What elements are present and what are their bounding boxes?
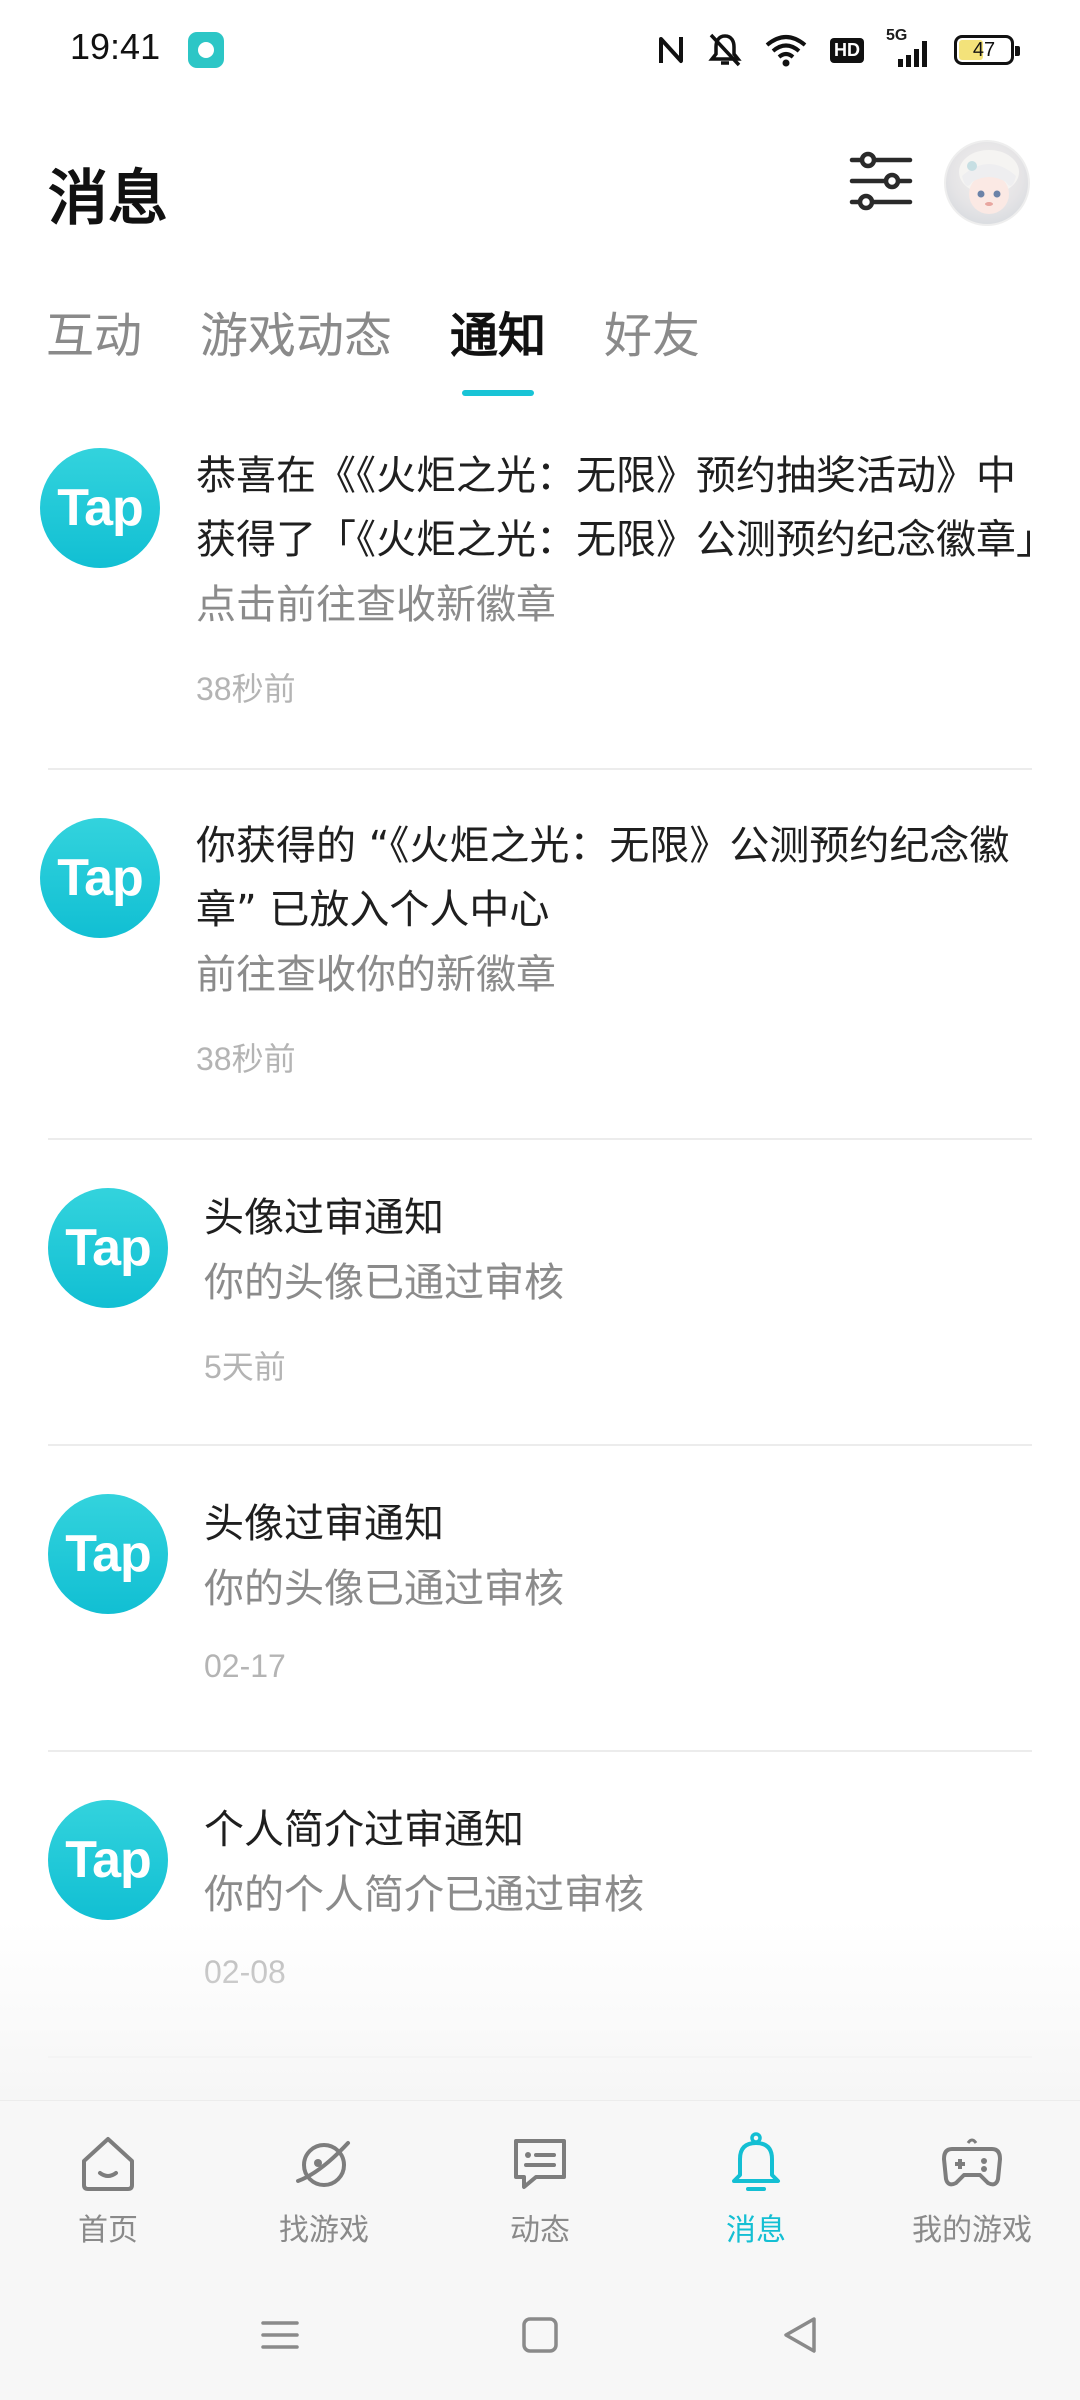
page-title: 消息: [48, 164, 168, 234]
tap-logo-icon: Tap: [40, 448, 160, 568]
notification-time: 38秒前: [196, 671, 296, 707]
message-tabs: 互动 游戏动态 通知 好友: [46, 296, 758, 400]
notification-body: 头像过审通知 你的头像已通过审核 02-17: [204, 1492, 1024, 1685]
filter-button[interactable]: [848, 148, 914, 214]
notification-time: 02-17: [204, 1648, 286, 1684]
planet-icon: [296, 2141, 350, 2187]
home-icon: [82, 2137, 134, 2191]
tab-label: 好友: [604, 308, 701, 364]
notification-subtitle: 你的头像已通过审核: [204, 1566, 564, 1612]
mute-icon: [708, 33, 742, 67]
notification-subtitle: 点击前往查收新徽章: [196, 582, 556, 628]
wifi-icon: [765, 35, 807, 67]
tab-friends[interactable]: 好友: [604, 296, 700, 400]
notification-title: 个人简介过审通知: [204, 1807, 524, 1853]
nav-label: 动态: [510, 2213, 570, 2248]
nfc-icon: [659, 37, 683, 63]
system-nav-bar: [0, 2270, 1080, 2400]
notification-subtitle: 你的个人简介已通过审核: [204, 1872, 644, 1918]
home-button[interactable]: [510, 2305, 570, 2365]
tab-interaction[interactable]: 互动: [46, 296, 142, 400]
status-time: 19:41: [70, 26, 161, 67]
battery-level: 47: [972, 38, 996, 61]
status-bar: 19:41 HD 5G 47: [0, 0, 1080, 100]
notification-body: 你获得的 “《火炬之光：无限》公测预约纪念徽章” 已放入个人中心 前往查收你的新…: [196, 814, 1036, 1080]
tab-notifications[interactable]: 通知: [450, 296, 546, 400]
list-item[interactable]: Tap 头像过审通知 你的头像已通过审核 5天前: [48, 1140, 1032, 1446]
menu-icon: [261, 2321, 299, 2349]
list-item[interactable]: Tap 头像过审通知 你的头像已通过审核 02-17: [48, 1446, 1032, 1752]
list-item[interactable]: Tap 恭喜在《《火炬之光：无限》预约抽奖活动》中获得了「《火炬之光：无限》公测…: [40, 430, 1036, 770]
tap-logo-icon: Tap: [40, 818, 160, 938]
back-triangle-icon: [784, 2317, 816, 2353]
nav-home[interactable]: 首页: [0, 2101, 216, 2270]
tap-logo-text: Tap: [57, 479, 144, 537]
tab-label: 互动: [46, 308, 143, 364]
nav-feed[interactable]: 动态: [432, 2101, 648, 2270]
list-item[interactable]: Tap 你获得的 “《火炬之光：无限》公测预约纪念徽章” 已放入个人中心 前往查…: [40, 770, 1032, 1140]
list-fade: [0, 1920, 1080, 2100]
notification-title: 头像过审通知: [204, 1195, 444, 1241]
menu-button[interactable]: [250, 2305, 310, 2365]
signal-icon: 5G: [886, 27, 932, 69]
notification-subtitle: 你的头像已通过审核: [204, 1260, 564, 1306]
bell-icon: [732, 2132, 780, 2191]
gamepad-icon: [942, 2138, 1002, 2187]
nav-label: 我的游戏: [912, 2213, 1032, 2248]
bottom-nav: 首页 找游戏 动态 消息 我的游戏: [0, 2100, 1080, 2270]
hd-icon: HD: [830, 37, 864, 63]
notification-title: 恭喜在《《火炬之光：无限》预约抽奖活动》中获得了「《火炬之光：无限》公测预约纪念…: [196, 453, 1036, 563]
chat-icon: [514, 2139, 566, 2189]
notification-body: 头像过审通知 你的头像已通过审核 5天前: [204, 1186, 1024, 1388]
status-icons: HD 5G 47: [656, 24, 1020, 76]
nav-messages[interactable]: 消息: [648, 2101, 864, 2270]
user-avatar[interactable]: [944, 140, 1030, 226]
notification-time: 5天前: [204, 1349, 286, 1385]
avatar-image: [959, 150, 1019, 214]
tap-logo-text: Tap: [65, 1525, 152, 1583]
app-notification-icon: [188, 32, 224, 68]
active-tab-indicator: [462, 390, 535, 396]
notification-title: 头像过审通知: [204, 1501, 444, 1547]
nav-label: 找游戏: [279, 2213, 369, 2248]
nav-my-games[interactable]: 我的游戏: [864, 2101, 1080, 2270]
notification-subtitle: 前往查收你的新徽章: [196, 952, 556, 998]
notification-list: Tap 恭喜在《《火炬之光：无限》预约抽奖活动》中获得了「《火炬之光：无限》公测…: [0, 430, 1080, 2058]
tap-logo-icon: Tap: [48, 1800, 168, 1920]
sliders-icon: [849, 151, 913, 211]
tap-logo-text: Tap: [65, 1831, 152, 1889]
tab-game-updates[interactable]: 游戏动态: [200, 296, 392, 400]
tap-logo-text: Tap: [57, 849, 144, 907]
tap-logo-text: Tap: [65, 1219, 152, 1277]
tab-label: 游戏动态: [200, 308, 393, 364]
notification-body: 恭喜在《《火炬之光：无限》预约抽奖活动》中获得了「《火炬之光：无限》公测预约纪念…: [196, 444, 1036, 710]
tab-label: 通知: [450, 308, 547, 364]
tap-logo-icon: Tap: [48, 1494, 168, 1614]
nav-label: 消息: [726, 2213, 786, 2248]
back-button[interactable]: [770, 2305, 830, 2365]
notification-title: 你获得的 “《火炬之光：无限》公测预约纪念徽章” 已放入个人中心: [196, 823, 1010, 933]
notification-time: 38秒前: [196, 1041, 296, 1077]
nav-find-games[interactable]: 找游戏: [216, 2101, 432, 2270]
battery-icon: 47: [954, 35, 1020, 65]
square-icon: [522, 2317, 558, 2353]
tap-logo-icon: Tap: [48, 1188, 168, 1308]
nav-label: 首页: [78, 2213, 138, 2248]
